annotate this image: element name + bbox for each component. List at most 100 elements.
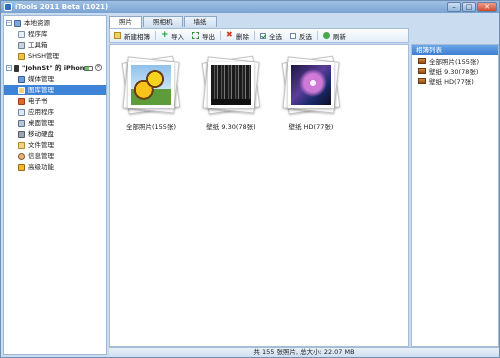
close-button[interactable]: ✕	[477, 2, 497, 12]
refresh-button[interactable]: 刷新	[319, 29, 350, 42]
tab-bar: 照片 照相机 墙纸	[109, 16, 217, 28]
maximize-button[interactable]: □	[462, 2, 476, 12]
sidebar-item-gallery[interactable]: 图库管理	[4, 85, 106, 95]
sidebar-item-program-library[interactable]: 程序库	[18, 29, 48, 39]
delete-icon: ✖	[226, 30, 233, 39]
new-album-button[interactable]: 新建相簿	[110, 29, 154, 42]
iphone-icon	[14, 64, 19, 72]
export-label: 导出	[202, 32, 215, 41]
album-list-item[interactable]: 壁纸 9.30(78张)	[412, 66, 498, 76]
checkbox-icon	[290, 32, 296, 39]
delete-button[interactable]: ✖ 删除	[222, 29, 253, 42]
app-logo-icon	[4, 3, 12, 11]
album-icon	[418, 68, 426, 74]
album-wallpaper-930[interactable]: 壁纸 9.30(78张)	[196, 53, 266, 131]
computer-icon	[14, 19, 21, 27]
sidebar-item-advanced[interactable]: 高级功能	[18, 162, 54, 172]
import-label: 导入	[171, 32, 184, 41]
sidebar-item-ebook[interactable]: 电子书	[18, 96, 48, 106]
sidebar-item-label: 程序库	[28, 30, 48, 38]
export-icon	[192, 32, 199, 39]
sidebar-group-local[interactable]: − 本地资源	[6, 18, 50, 28]
app-window: iTools 2011 Beta (1021) – □ ✕ − 本地资源 程序库…	[0, 0, 500, 358]
album-thumbnail	[279, 53, 343, 117]
media-icon	[18, 75, 25, 83]
disconnect-icon[interactable]: ✕	[95, 64, 102, 71]
sidebar-item-label: 电子书	[28, 97, 48, 105]
invert-selection-checkbox[interactable]: 反选	[286, 29, 316, 42]
city-night-thumbnail	[208, 62, 254, 108]
contacts-icon	[18, 152, 25, 160]
battery-icon	[84, 66, 93, 71]
album-all-photos[interactable]: 全部照片(155张)	[116, 53, 186, 131]
album-thumbnail	[119, 53, 183, 117]
toolbar: 新建相簿 + 导入 导出 ✖ 删除 全选 反选 刷新	[109, 28, 409, 43]
ebook-icon	[18, 97, 25, 105]
new-folder-icon	[114, 32, 121, 39]
tab-camera[interactable]: 照相机	[143, 16, 183, 27]
sidebar-item-label: 高级功能	[28, 163, 54, 171]
album-list-item[interactable]: 壁纸 HD(77张)	[412, 76, 498, 86]
sidebar-item-files[interactable]: 文件管理	[18, 140, 54, 150]
gallery-icon	[18, 86, 25, 94]
sidebar-item-toolbox[interactable]: 工具箱	[18, 40, 48, 50]
shsh-icon	[18, 52, 25, 60]
collapse-icon[interactable]: −	[6, 20, 12, 26]
tab-wallpaper[interactable]: 墙纸	[183, 16, 217, 27]
tab-photos[interactable]: 照片	[109, 16, 142, 28]
import-button[interactable]: + 导入	[157, 29, 188, 42]
separator	[155, 31, 156, 40]
window-title: iTools 2011 Beta (1021)	[15, 3, 109, 11]
sidebar-item-label: 媒体管理	[28, 75, 54, 83]
minimize-button[interactable]: –	[447, 2, 461, 12]
sidebar-item-label: 工具箱	[28, 41, 48, 49]
album-list-item[interactable]: 全部照片(155张)	[412, 56, 498, 66]
toolbox-icon	[18, 41, 25, 49]
refresh-icon	[323, 32, 330, 39]
sidebar-item-label: 信息管理	[28, 152, 54, 160]
sunflower-thumbnail	[128, 62, 174, 108]
desktop-icon	[18, 119, 25, 127]
apps-icon	[18, 108, 25, 116]
album-wallpaper-hd[interactable]: 壁纸 HD(77张)	[276, 53, 346, 131]
album-list-item-label: 壁纸 HD(77张)	[429, 78, 474, 86]
sidebar-group-label: 本地资源	[24, 19, 50, 27]
plus-icon: +	[161, 30, 169, 40]
select-all-checkbox[interactable]: 全选	[256, 29, 286, 42]
album-label: 全部照片(155张)	[126, 123, 176, 131]
collapse-icon[interactable]: −	[6, 65, 12, 71]
folder-icon	[18, 141, 25, 149]
sidebar-item-messages[interactable]: 信息管理	[18, 151, 54, 161]
sidebar-item-apps[interactable]: 应用程序	[18, 107, 54, 117]
sidebar-item-shsh[interactable]: SHSH管理	[18, 51, 59, 61]
export-button[interactable]: 导出	[188, 29, 219, 42]
sidebar-item-label: 应用程序	[28, 108, 54, 116]
checkbox-checked-icon	[260, 32, 266, 39]
album-thumbnail	[199, 53, 263, 117]
sidebar-item-label: 桌面管理	[28, 119, 54, 127]
disk-icon	[18, 130, 25, 138]
new-album-label: 新建相簿	[124, 32, 150, 41]
sidebar-item-media[interactable]: 媒体管理	[18, 74, 54, 84]
sidebar: − 本地资源 程序库 工具箱 SHSH管理 − "JohnSt" 的 iPhon…	[3, 15, 107, 355]
title-bar[interactable]: iTools 2011 Beta (1021) – □ ✕	[1, 1, 499, 13]
sidebar-item-desktop[interactable]: 桌面管理	[18, 118, 54, 128]
album-icon	[418, 78, 426, 84]
invert-label: 反选	[299, 32, 312, 41]
sidebar-group-device[interactable]: − "JohnSt" 的 iPhone ✕	[6, 63, 106, 73]
album-grid: 全部照片(155张) 壁纸 9.30(78张) 壁纸 HD(77张)	[109, 44, 409, 347]
refresh-label: 刷新	[333, 32, 346, 41]
sidebar-item-disk[interactable]: 移动硬盘	[18, 129, 54, 139]
sidebar-item-label: 图库管理	[28, 86, 54, 94]
window-controls: – □ ✕	[447, 2, 497, 12]
status-bar: 共 155 张照片, 总大小: 22.07 MB	[109, 347, 499, 357]
separator	[317, 31, 318, 40]
separator	[220, 31, 221, 40]
sidebar-item-label: 文件管理	[28, 141, 54, 149]
album-icon	[418, 58, 426, 64]
album-list-panel: 相簿列表 全部照片(155张) 壁纸 9.30(78张) 壁纸 HD(77张)	[411, 44, 499, 347]
device-name: "JohnSt" 的 iPhone	[22, 64, 89, 72]
album-list-item-label: 全部照片(155张)	[429, 58, 479, 66]
device-controls: ✕	[84, 64, 102, 71]
separator	[254, 31, 255, 40]
